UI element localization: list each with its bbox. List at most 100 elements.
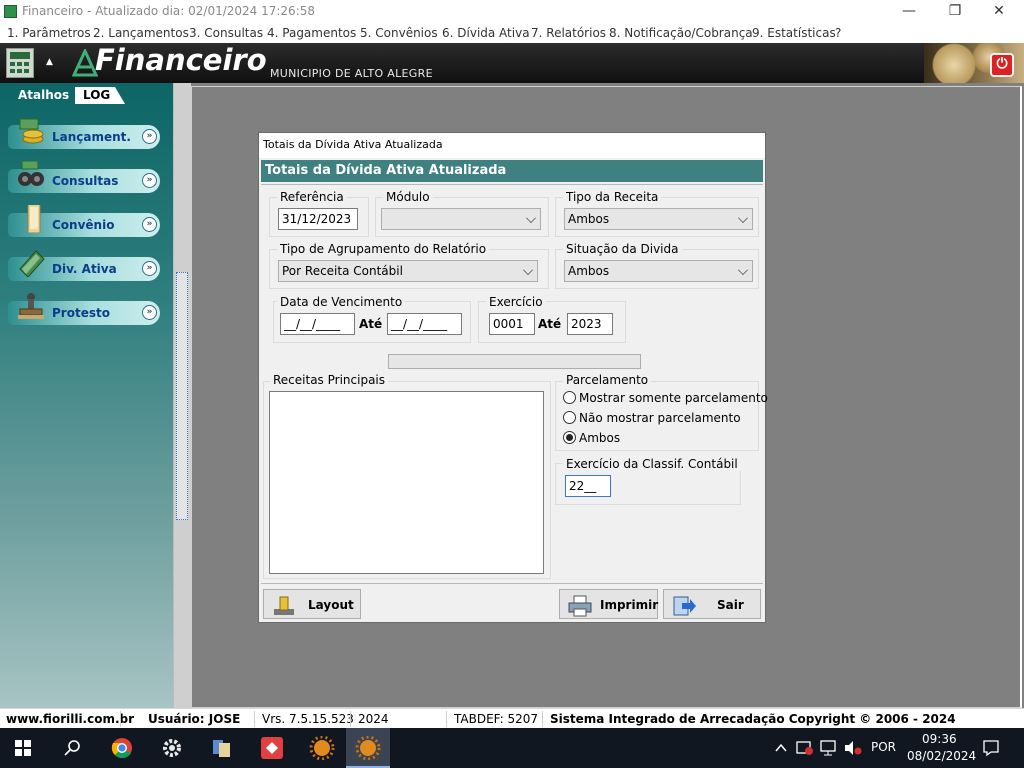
status-tabdef: TABDEF: 5207 bbox=[454, 712, 539, 726]
minimize-button[interactable]: — bbox=[886, 0, 932, 23]
menu-pagamentos[interactable]: 4. Pagamentos bbox=[267, 26, 356, 40]
divider bbox=[350, 711, 351, 727]
agrupamento-label: Tipo de Agrupamento do Relatório bbox=[277, 242, 490, 256]
sidebar-item-protesto[interactable]: Protesto » bbox=[8, 293, 160, 325]
menu-help[interactable]: ? bbox=[835, 26, 841, 40]
windows-icon bbox=[15, 740, 31, 756]
layout-button[interactable]: Layout bbox=[263, 589, 361, 619]
calculator-icon[interactable] bbox=[6, 48, 34, 78]
printer-icon bbox=[568, 595, 592, 617]
menu-bar: 1. Parâmetros 2. Lançamentos 3. Consulta… bbox=[0, 23, 1024, 43]
menu-convenios[interactable]: 5. Convênios bbox=[360, 26, 438, 40]
notification-icon[interactable] bbox=[982, 739, 1000, 757]
status-bar: www.fiorilli.com.br Usuário: JOSE Vrs. 7… bbox=[0, 708, 1024, 728]
dialog-caption: Totais da Dívida Ativa Atualizada bbox=[259, 133, 765, 158]
search-button[interactable] bbox=[50, 728, 94, 768]
progress-bar bbox=[388, 354, 641, 369]
menu-consultas[interactable]: 3. Consultas bbox=[189, 26, 263, 40]
sidebar-item-label: Convênio bbox=[52, 218, 115, 232]
language-indicator[interactable]: POR bbox=[871, 740, 896, 754]
situacao-select[interactable]: Ambos bbox=[564, 260, 753, 282]
restore-button[interactable]: ❐ bbox=[932, 0, 978, 23]
start-button[interactable] bbox=[0, 728, 44, 768]
classif-input[interactable]: 22__ bbox=[565, 475, 611, 497]
referencia-input[interactable]: 31/12/2023 bbox=[278, 208, 358, 230]
search-icon bbox=[64, 740, 80, 756]
vencimento-to-input[interactable]: __/__/____ bbox=[387, 313, 462, 335]
menu-relatorios[interactable]: 7. Relatórios bbox=[531, 26, 606, 40]
taskbar-files[interactable] bbox=[200, 728, 244, 768]
vencimento-from-input[interactable]: __/__/____ bbox=[280, 313, 355, 335]
radio-button[interactable] bbox=[563, 391, 576, 404]
stamp-icon bbox=[16, 293, 46, 321]
taskbar-fiorilli-1[interactable] bbox=[300, 728, 344, 768]
print-label: Imprimir bbox=[600, 598, 659, 612]
receitas-list[interactable] bbox=[269, 391, 544, 574]
sidebar-item-label: Protesto bbox=[52, 306, 110, 320]
security-tray-icon[interactable] bbox=[796, 740, 814, 756]
situacao-label: Situação da Divida bbox=[563, 242, 682, 256]
situacao-value: Ambos bbox=[568, 264, 610, 278]
status-site: www.fiorilli.com.br bbox=[6, 712, 135, 726]
exit-button[interactable]: Sair bbox=[663, 589, 761, 619]
sidebar-item-div-ativa[interactable]: Div. Ativa » bbox=[8, 250, 160, 281]
fiorilli-app-icon bbox=[355, 736, 381, 760]
volume-muted-icon[interactable] bbox=[844, 740, 862, 756]
calc-menu-arrow-icon[interactable]: ▲ bbox=[46, 57, 53, 67]
exercicio-from-input[interactable]: 0001 bbox=[489, 313, 535, 335]
sidebar: Atalhos LOG Lançament. » Consultas » Con… bbox=[0, 83, 173, 708]
radio-button[interactable] bbox=[563, 411, 576, 424]
radio-mostrar-somente[interactable]: Mostrar somente parcelamento bbox=[563, 391, 768, 407]
book-icon bbox=[16, 249, 46, 278]
exit-door-icon bbox=[672, 595, 696, 617]
sidebar-item-convenio[interactable]: Convênio » bbox=[8, 202, 160, 237]
menu-lancamentos[interactable]: 2. Lançamentos bbox=[93, 26, 189, 40]
taskbar-chrome[interactable] bbox=[100, 728, 144, 768]
chevron-up-icon[interactable] bbox=[775, 743, 787, 753]
menu-estatisticas[interactable]: 9. Estatísticas bbox=[752, 26, 836, 40]
sidebar-item-lancamento[interactable]: Lançament. » bbox=[8, 118, 160, 149]
tab-atalhos[interactable]: Atalhos bbox=[18, 88, 69, 102]
taskbar-settings[interactable] bbox=[150, 728, 194, 768]
divider bbox=[446, 711, 447, 727]
clock-date[interactable]: 08/02/2024 bbox=[907, 749, 976, 763]
exercicio-ate-label: Até bbox=[538, 317, 562, 331]
referencia-label: Referência bbox=[277, 190, 347, 204]
sidebar-item-label: Div. Ativa bbox=[52, 262, 117, 276]
layout-icon bbox=[272, 595, 296, 617]
modulo-label: Módulo bbox=[383, 190, 433, 204]
modulo-select[interactable] bbox=[381, 208, 541, 230]
sidebar-item-consultas[interactable]: Consultas » bbox=[8, 160, 160, 193]
clock-time[interactable]: 09:36 bbox=[922, 732, 957, 746]
tab-log[interactable]: LOG bbox=[75, 87, 125, 104]
taskbar-anydesk[interactable] bbox=[250, 728, 294, 768]
layout-label: Layout bbox=[308, 598, 354, 612]
divider bbox=[261, 184, 763, 185]
radio-nao-mostrar[interactable]: Não mostrar parcelamento bbox=[563, 411, 763, 427]
print-button[interactable]: Imprimir bbox=[559, 589, 658, 619]
divider bbox=[261, 583, 763, 584]
parcelamento-label: Parcelamento bbox=[563, 373, 652, 387]
radio-button-selected[interactable] bbox=[563, 431, 576, 444]
menu-divida-ativa[interactable]: 6. Dívida Ativa bbox=[442, 26, 530, 40]
power-icon[interactable]: ⏻ bbox=[990, 53, 1014, 77]
menu-notificacao[interactable]: 8. Notificação/Cobrança bbox=[609, 26, 753, 40]
close-button[interactable]: ✕ bbox=[976, 0, 1022, 23]
taskbar-fiorilli-2[interactable] bbox=[346, 728, 390, 768]
classif-label: Exercício da Classif. Contábil bbox=[563, 457, 741, 471]
tipo-receita-select[interactable]: Ambos bbox=[564, 208, 753, 230]
chevron-down-icon bbox=[526, 213, 536, 223]
network-icon[interactable] bbox=[820, 740, 838, 756]
sidebar-item-label: Consultas bbox=[52, 174, 119, 188]
menu-parametros[interactable]: 1. Parâmetros bbox=[7, 26, 91, 40]
window-title: Financeiro - Atualizado dia: 02/01/2024 … bbox=[22, 4, 316, 18]
app-icon bbox=[4, 5, 17, 18]
chevron-down-icon: » bbox=[142, 217, 157, 232]
splitter-grip[interactable] bbox=[176, 272, 188, 520]
radio-ambos[interactable]: Ambos bbox=[563, 431, 763, 447]
exercicio-to-input[interactable]: 2023 bbox=[567, 313, 613, 335]
municipality-name: MUNICIPIO DE ALTO ALEGRE bbox=[270, 67, 433, 80]
app-header: ▲ Financeiro MUNICIPIO DE ALTO ALEGRE bbox=[0, 43, 1024, 83]
exercicio-label: Exercício bbox=[486, 295, 546, 309]
agrupamento-select[interactable]: Por Receita Contábil bbox=[278, 260, 538, 282]
